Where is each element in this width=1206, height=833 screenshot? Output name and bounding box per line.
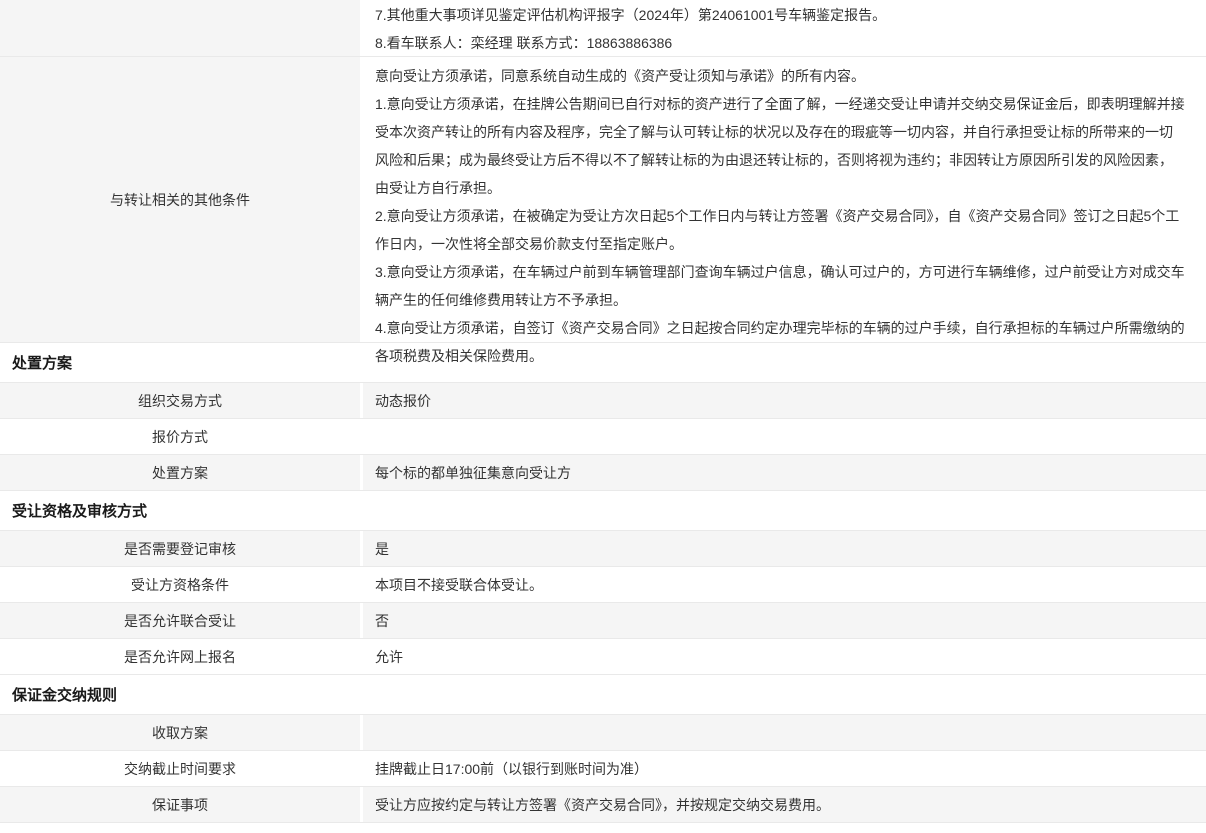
row-label: 保证事项	[0, 787, 363, 822]
row-value	[363, 419, 1206, 454]
row-label: 收取方案	[0, 715, 363, 750]
row-label: 是否允许联合受让	[0, 603, 363, 638]
remark-line: 7.其他重大事项详见鉴定评估机构评报字（2024年）第24061001号车辆鉴定…	[375, 1, 1186, 29]
row-disposal-plan: 处置方案 每个标的都单独征集意向受让方	[0, 455, 1206, 491]
remarks-row: 7.其他重大事项详见鉴定评估机构评报字（2024年）第24061001号车辆鉴定…	[0, 0, 1206, 57]
condition-paragraph: 2.意向受让方须承诺，在被确定为受让方次日起5个工作日内与转让方签署《资产交易合…	[375, 202, 1186, 258]
row-label: 报价方式	[0, 419, 363, 454]
row-label: 处置方案	[0, 455, 363, 490]
row-value: 允许	[363, 639, 1206, 674]
row-value: 挂牌截止日17:00前（以银行到账时间为准）	[363, 751, 1206, 786]
row-value: 受让方应按约定与转让方签署《资产交易合同》，并按规定交纳交易费用。	[363, 787, 1206, 822]
row-quotation-method: 报价方式	[0, 419, 1206, 455]
row-transferee-qualification-conditions: 受让方资格条件 本项目不接受联合体受让。	[0, 567, 1206, 603]
other-conditions-value: 意向受让方须承诺，同意系统自动生成的《资产受让须知与承诺》的所有内容。 1.意向…	[363, 57, 1206, 342]
section-header-deposit-rules: 保证金交纳规则	[0, 675, 1206, 715]
row-online-registration-allowed: 是否允许网上报名 允许	[0, 639, 1206, 675]
row-payment-deadline: 交纳截止时间要求 挂牌截止日17:00前（以银行到账时间为准）	[0, 751, 1206, 787]
other-conditions-row: 与转让相关的其他条件 意向受让方须承诺，同意系统自动生成的《资产受让须知与承诺》…	[0, 57, 1206, 343]
condition-paragraph: 3.意向受让方须承诺，在车辆过户前到车辆管理部门查询车辆过户信息，确认可过户的，…	[375, 258, 1186, 314]
remark-line: 8.看车联系人：栾经理 联系方式：18863886386	[375, 29, 1186, 57]
condition-paragraph: 意向受让方须承诺，同意系统自动生成的《资产受让须知与承诺》的所有内容。	[375, 62, 1186, 90]
row-registration-review-required: 是否需要登记审核 是	[0, 531, 1206, 567]
row-collection-plan: 收取方案	[0, 715, 1206, 751]
section-header-transferee-qualification: 受让资格及审核方式	[0, 491, 1206, 531]
row-label: 是否需要登记审核	[0, 531, 363, 566]
remarks-row-label	[0, 0, 363, 56]
row-value	[363, 715, 1206, 750]
other-conditions-label: 与转让相关的其他条件	[0, 57, 363, 342]
row-label: 受让方资格条件	[0, 567, 363, 602]
row-value: 动态报价	[363, 383, 1206, 418]
remarks-row-value: 7.其他重大事项详见鉴定评估机构评报字（2024年）第24061001号车辆鉴定…	[363, 0, 1206, 56]
row-trade-organization-method: 组织交易方式 动态报价	[0, 383, 1206, 419]
condition-paragraph: 1.意向受让方须承诺，在挂牌公告期间已自行对标的资产进行了全面了解，一经递交受让…	[375, 90, 1186, 202]
row-value: 是	[363, 531, 1206, 566]
row-label: 组织交易方式	[0, 383, 363, 418]
row-label: 交纳截止时间要求	[0, 751, 363, 786]
row-value: 本项目不接受联合体受让。	[363, 567, 1206, 602]
bottom-spacer	[0, 823, 1206, 833]
row-guarantee-matters: 保证事项 受让方应按约定与转让方签署《资产交易合同》，并按规定交纳交易费用。	[0, 787, 1206, 823]
row-value: 否	[363, 603, 1206, 638]
row-label: 是否允许网上报名	[0, 639, 363, 674]
row-joint-transfer-allowed: 是否允许联合受让 否	[0, 603, 1206, 639]
row-value: 每个标的都单独征集意向受让方	[363, 455, 1206, 490]
condition-paragraph: 4.意向受让方须承诺，自签订《资产交易合同》之日起按合同约定办理完毕标的车辆的过…	[375, 314, 1186, 370]
listing-detail-table: 7.其他重大事项详见鉴定评估机构评报字（2024年）第24061001号车辆鉴定…	[0, 0, 1206, 833]
